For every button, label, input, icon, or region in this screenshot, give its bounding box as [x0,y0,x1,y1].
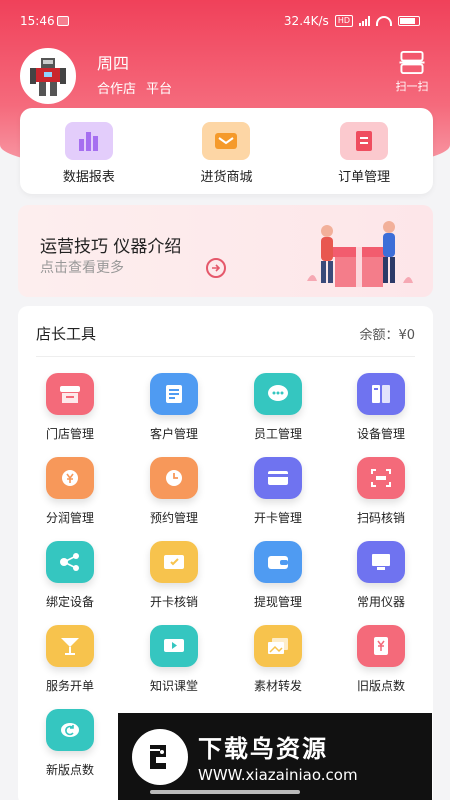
tool-material-share[interactable]: 素材转发 [226,625,330,705]
tool-common-instruments[interactable]: 常用仪器 [329,541,433,621]
tool-label: 素材转发 [253,679,302,693]
scan-label: 扫一扫 [395,80,429,93]
refresh-icon [46,709,94,751]
wifi-icon [376,16,392,26]
tool-store-management[interactable]: 门店管理 [18,373,122,453]
ticket-icon [150,541,198,583]
banner-title: 运营技巧 仪器介绍 [40,237,182,257]
signal-icon [359,16,370,26]
tool-device-management[interactable]: 设备管理 [329,373,433,453]
tool-knowledge-class[interactable]: 知识课堂 [122,625,226,705]
tool-label: 知识课堂 [149,679,198,693]
scan-icon [399,50,425,75]
tool-label: 绑定设备 [45,595,94,609]
message-icon [57,16,69,26]
home-indicator[interactable] [150,790,300,794]
tool-staff-management[interactable]: 员工管理 [226,373,330,453]
device-icon [357,373,405,415]
tool-customer-management[interactable]: 客户管理 [122,373,226,453]
tool-label: 旧版点数 [356,679,405,693]
card-icon [254,457,302,499]
tool-label: 常用仪器 [356,595,405,609]
status-indicators: 32.4K/s HD [284,14,420,28]
quick-action-label: 进货商城 [200,170,253,185]
quick-action-label: 数据报表 [62,170,115,185]
status-bar: 15:46 32.4K/s HD [0,0,450,40]
tool-label: 扫码核销 [356,511,405,525]
status-time: 15:46 [20,14,55,28]
watermark-title: 下载鸟资源 [198,735,328,763]
tool-label: 开卡核销 [149,595,198,609]
scan-button[interactable]: 扫一扫 [390,50,434,94]
watermark-url: WWW.xiazainiao.com [198,766,358,784]
user-tag-platform: 平台 [146,82,173,97]
robot-avatar-icon [30,58,66,96]
monitor-icon [357,541,405,583]
tool-label: 新版点数 [45,763,94,777]
quick-action-order-management[interactable]: 订单管理 [309,122,419,185]
chat-bubble-icon [254,373,302,415]
clock-icon [150,457,198,499]
clipboard-icon [340,122,389,160]
tool-bind-device[interactable]: 绑定设备 [18,541,122,621]
quick-actions: 数据报表 进货商城 订单管理 [20,108,433,194]
tool-label: 开卡管理 [253,511,302,525]
cocktail-icon [46,625,94,667]
scan-code-icon [357,457,405,499]
balance: 余额：¥0 [359,328,415,343]
tool-label: 服务开单 [45,679,94,693]
watermark: 下载鸟资源 WWW.xiazainiao.com [118,713,432,800]
tool-appointment[interactable]: 预约管理 [122,457,226,537]
user-name: 周四 [97,54,130,73]
user-tags: 合作店 平台 [97,78,172,97]
banner-subtitle: 点击查看更多 [40,260,124,276]
video-play-icon [150,625,198,667]
tool-label: 客户管理 [149,427,198,441]
tool-new-points[interactable]: 新版点数 [18,709,122,789]
link-icon [46,541,94,583]
hd-badge: HD [334,15,353,27]
tool-card-verify[interactable]: 开卡核销 [122,541,226,621]
avatar[interactable] [20,48,76,104]
tool-label: 设备管理 [356,427,405,441]
yuan-coin-icon [46,457,94,499]
tool-label: 分润管理 [45,511,94,525]
tool-label: 员工管理 [253,427,302,441]
quick-action-data-report[interactable]: 数据报表 [34,122,144,185]
store-icon [46,373,94,415]
promo-banner[interactable]: 运营技巧 仪器介绍 点击查看更多 [18,205,433,297]
bird-logo-icon [132,728,188,785]
tools-title: 店长工具 [36,325,97,343]
tool-old-points[interactable]: 旧版点数 [329,625,433,705]
tool-profit-sharing[interactable]: 分润管理 [18,457,122,537]
mail-bag-icon [202,122,251,160]
document-icon [150,373,198,415]
tool-label: 提现管理 [253,595,302,609]
battery-icon [398,16,420,26]
network-speed: 32.4K/s [283,14,329,28]
tool-scan-verify[interactable]: 扫码核销 [329,457,433,537]
bar-chart-icon [64,122,113,160]
image-stack-icon [254,625,302,667]
arrow-right-icon[interactable] [206,258,226,278]
tool-service-order[interactable]: 服务开单 [18,625,122,705]
quick-action-purchase-mall[interactable]: 进货商城 [171,122,281,185]
wallet-icon [254,541,302,583]
tool-label: 门店管理 [45,427,94,441]
tool-card-management[interactable]: 开卡管理 [226,457,330,537]
tool-label: 预约管理 [149,511,198,525]
gift-illustration-icon [307,221,413,287]
tool-withdraw[interactable]: 提现管理 [226,541,330,621]
user-tag-store: 合作店 [97,82,137,97]
yuan-doc-icon [357,625,405,667]
divider [36,356,415,357]
quick-action-label: 订单管理 [338,170,391,185]
